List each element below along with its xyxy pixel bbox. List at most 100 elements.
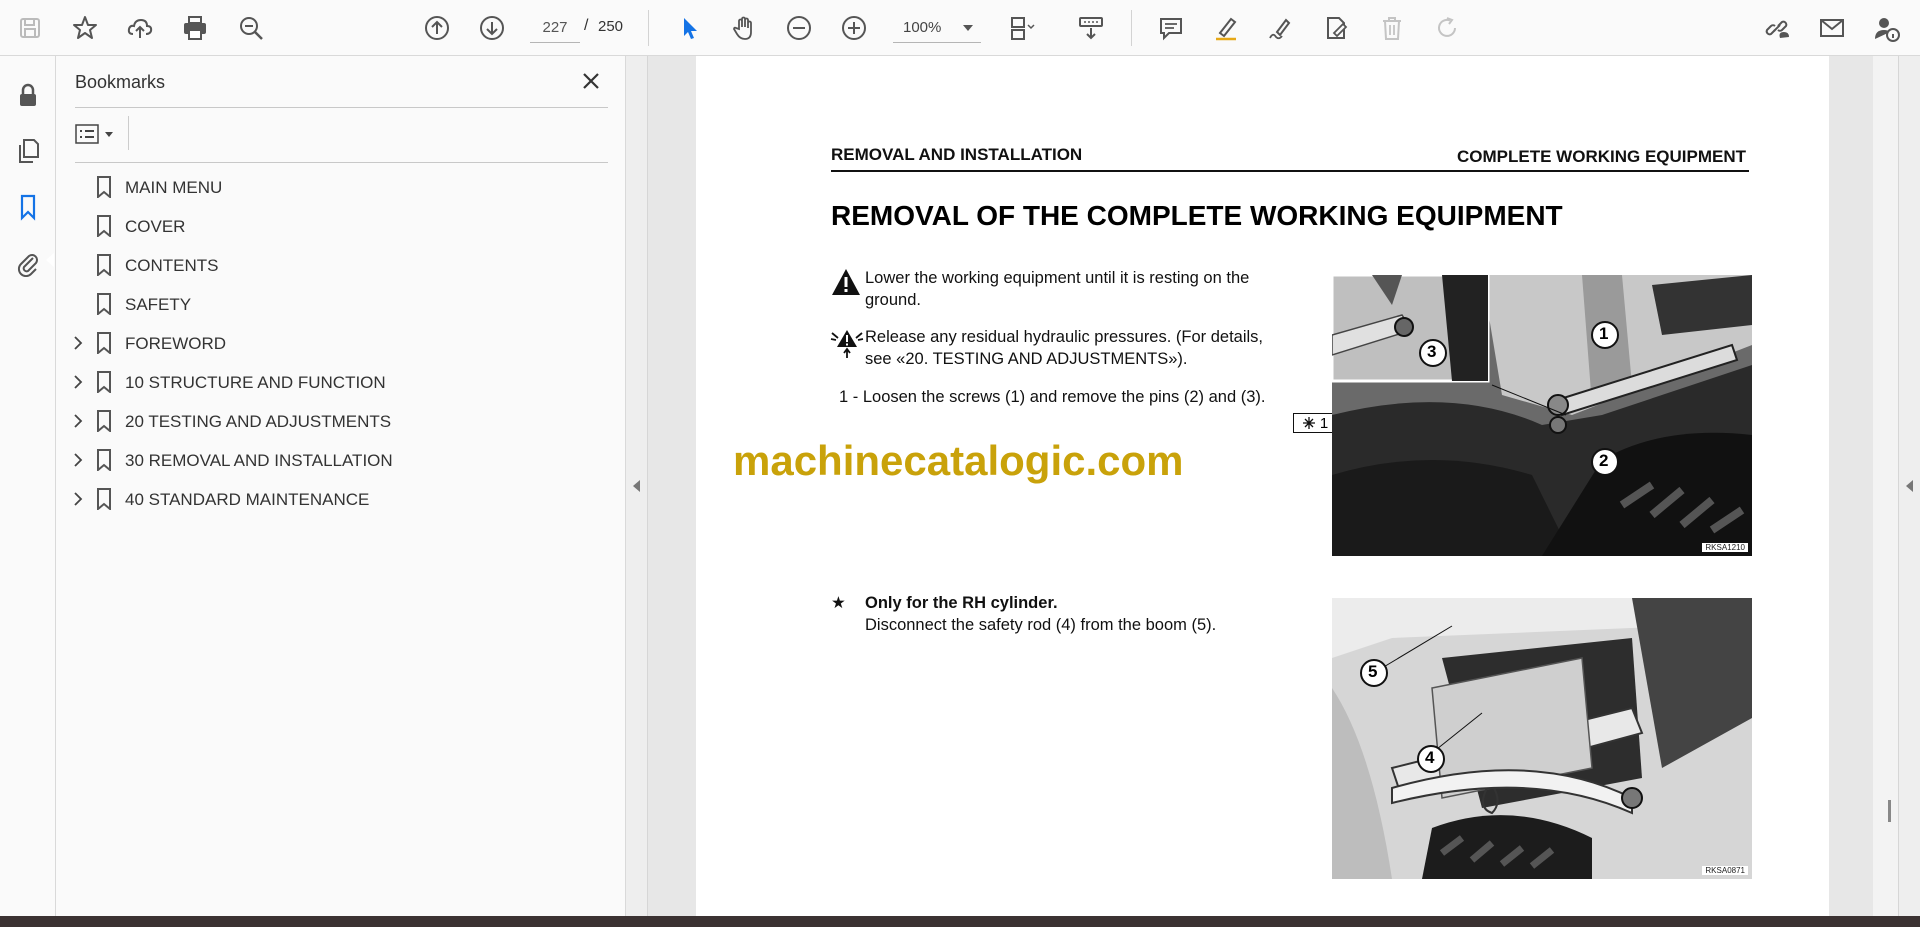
callout-label: 3 [1427, 342, 1437, 361]
bookmark-label: MAIN MENU [125, 178, 223, 197]
page-number-input[interactable] [530, 13, 580, 43]
instruction-text: Lower the working equipment until it is … [865, 269, 1250, 287]
chevron-right-icon[interactable] [70, 451, 86, 469]
pdf-page: REMOVAL AND INSTALLATION COMPLETE WORKIN… [696, 56, 1829, 916]
star-note-icon: ★ [831, 594, 846, 612]
left-tool-rail [0, 56, 56, 916]
total-pages: 250 [598, 18, 624, 35]
chevron-right-icon[interactable] [70, 373, 86, 391]
close-icon[interactable] [576, 66, 606, 96]
attachment-icon[interactable] [10, 245, 46, 281]
panel-divider [75, 162, 608, 163]
collapse-right-panel-handle[interactable] [1898, 56, 1920, 916]
page-title: REMOVAL OF THE COMPLETE WORKING EQUIPMEN… [831, 200, 1563, 231]
page-fit-icon[interactable] [1003, 10, 1039, 46]
callout-label: 4 [1425, 748, 1435, 767]
bookmark-options-button[interactable] [75, 119, 121, 149]
pressure-release-icon [830, 330, 864, 358]
scroll-mode-icon[interactable] [1073, 10, 1109, 46]
chevron-left-icon [1906, 480, 1913, 492]
scrollbar-thumb[interactable] [1888, 800, 1891, 822]
zoom-in-icon[interactable] [836, 10, 872, 46]
chevron-right-icon[interactable] [70, 490, 86, 508]
photo-code: RKSA1210 [1702, 543, 1748, 552]
header-rule [831, 170, 1749, 172]
hand-tool-icon[interactable] [726, 10, 762, 46]
lock-icon[interactable] [10, 77, 46, 113]
watermark: machinecatalogic.com [733, 437, 1184, 484]
reference-box: 1 [1293, 413, 1337, 433]
bookmark-icon [94, 175, 114, 199]
comment-icon[interactable] [1153, 10, 1189, 46]
bookmark-label: CONTENTS [125, 256, 219, 275]
bookmark-icon [94, 331, 114, 355]
panel-divider [128, 116, 129, 150]
chevron-right-icon[interactable] [70, 412, 86, 430]
bookmark-item-testing-and-adjustments[interactable]: 20 TESTING AND ADJUSTMENTS [56, 404, 626, 438]
main-toolbar: / 250 100% [0, 0, 1920, 56]
zoom-search-icon[interactable] [233, 10, 269, 46]
taskbar-strip [0, 916, 1920, 927]
instruction-text: ground. [865, 291, 921, 309]
zoom-out-icon[interactable] [781, 10, 817, 46]
list-options-icon [75, 124, 99, 144]
trash-icon[interactable] [1374, 10, 1410, 46]
page-separator: / [584, 17, 589, 34]
chevron-down-icon [105, 131, 113, 137]
bookmark-item-structure-and-function[interactable]: 10 STRUCTURE AND FUNCTION [56, 365, 626, 399]
account-help-icon[interactable] [1868, 10, 1904, 46]
bookmark-icon [94, 214, 114, 238]
chapter-header: COMPLETE WORKING EQUIPMENT [1457, 147, 1746, 166]
bookmark-item-standard-maintenance[interactable]: 40 STANDARD MAINTENANCE [56, 482, 626, 516]
save-icon[interactable] [12, 10, 48, 46]
document-viewport[interactable]: REMOVAL AND INSTALLATION COMPLETE WORKIN… [648, 56, 1873, 916]
bookmark-item-main-menu[interactable]: MAIN MENU [56, 170, 626, 204]
bookmark-item-safety[interactable]: SAFETY [56, 287, 626, 321]
share-link-icon[interactable] [1759, 10, 1795, 46]
email-icon[interactable] [1814, 10, 1850, 46]
callout-label: 1 [1599, 324, 1609, 343]
instruction-text: Release any residual hydraulic pressures… [865, 328, 1264, 346]
toolbar-divider [648, 10, 649, 46]
bookmarks-panel-title: Bookmarks [75, 72, 166, 92]
bookmark-label: SAFETY [125, 295, 192, 314]
redo-icon[interactable] [1429, 10, 1465, 46]
active-panel-pointer [46, 253, 54, 267]
reference-number: 1 [1319, 414, 1329, 432]
bookmark-item-foreword[interactable]: FOREWORD [56, 326, 626, 360]
star-icon[interactable] [67, 10, 103, 46]
chevron-right-icon[interactable] [70, 334, 86, 352]
bookmark-icon [94, 253, 114, 277]
chevron-left-icon [633, 480, 640, 492]
bookmark-icon [94, 487, 114, 511]
page-thumbnails-icon[interactable] [10, 133, 46, 169]
bookmark-item-contents[interactable]: CONTENTS [56, 248, 626, 282]
bookmarks-panel: Bookmarks MAIN MENU COVER CONTENTS SAFET… [56, 56, 626, 916]
next-page-icon[interactable] [474, 10, 510, 46]
vertical-scrollbar[interactable] [1873, 56, 1898, 916]
bookmark-icon [94, 292, 114, 316]
bookmark-icon [94, 370, 114, 394]
highlight-pen-icon[interactable] [1208, 10, 1244, 46]
instruction-text: Disconnect the safety rod (4) from the b… [865, 616, 1217, 634]
cloud-upload-icon[interactable] [122, 10, 158, 46]
zoom-dropdown[interactable]: 100% [893, 13, 981, 43]
print-icon[interactable] [177, 10, 213, 46]
bookmark-label: 10 STRUCTURE AND FUNCTION [125, 373, 386, 392]
callout-label: 2 [1599, 451, 1609, 470]
bookmark-item-removal-and-installation[interactable]: 30 REMOVAL AND INSTALLATION [56, 443, 626, 477]
bookmark-label: 40 STANDARD MAINTENANCE [125, 490, 370, 509]
previous-page-icon[interactable] [419, 10, 455, 46]
select-pointer-icon[interactable] [671, 10, 707, 46]
bookmark-icon [94, 409, 114, 433]
chevron-down-icon [963, 25, 973, 31]
edit-document-icon[interactable] [1318, 10, 1354, 46]
step-text: 1 - Loosen the screws (1) and remove the… [839, 388, 1266, 406]
warning-icon [832, 269, 860, 295]
draw-signature-icon[interactable] [1263, 10, 1299, 46]
collapse-left-panel-handle[interactable] [626, 56, 648, 916]
bookmark-panel-icon[interactable] [10, 189, 46, 225]
bookmark-label: FOREWORD [125, 334, 227, 353]
bookmark-item-cover[interactable]: COVER [56, 209, 626, 243]
photo-code: RKSA0871 [1702, 866, 1748, 875]
